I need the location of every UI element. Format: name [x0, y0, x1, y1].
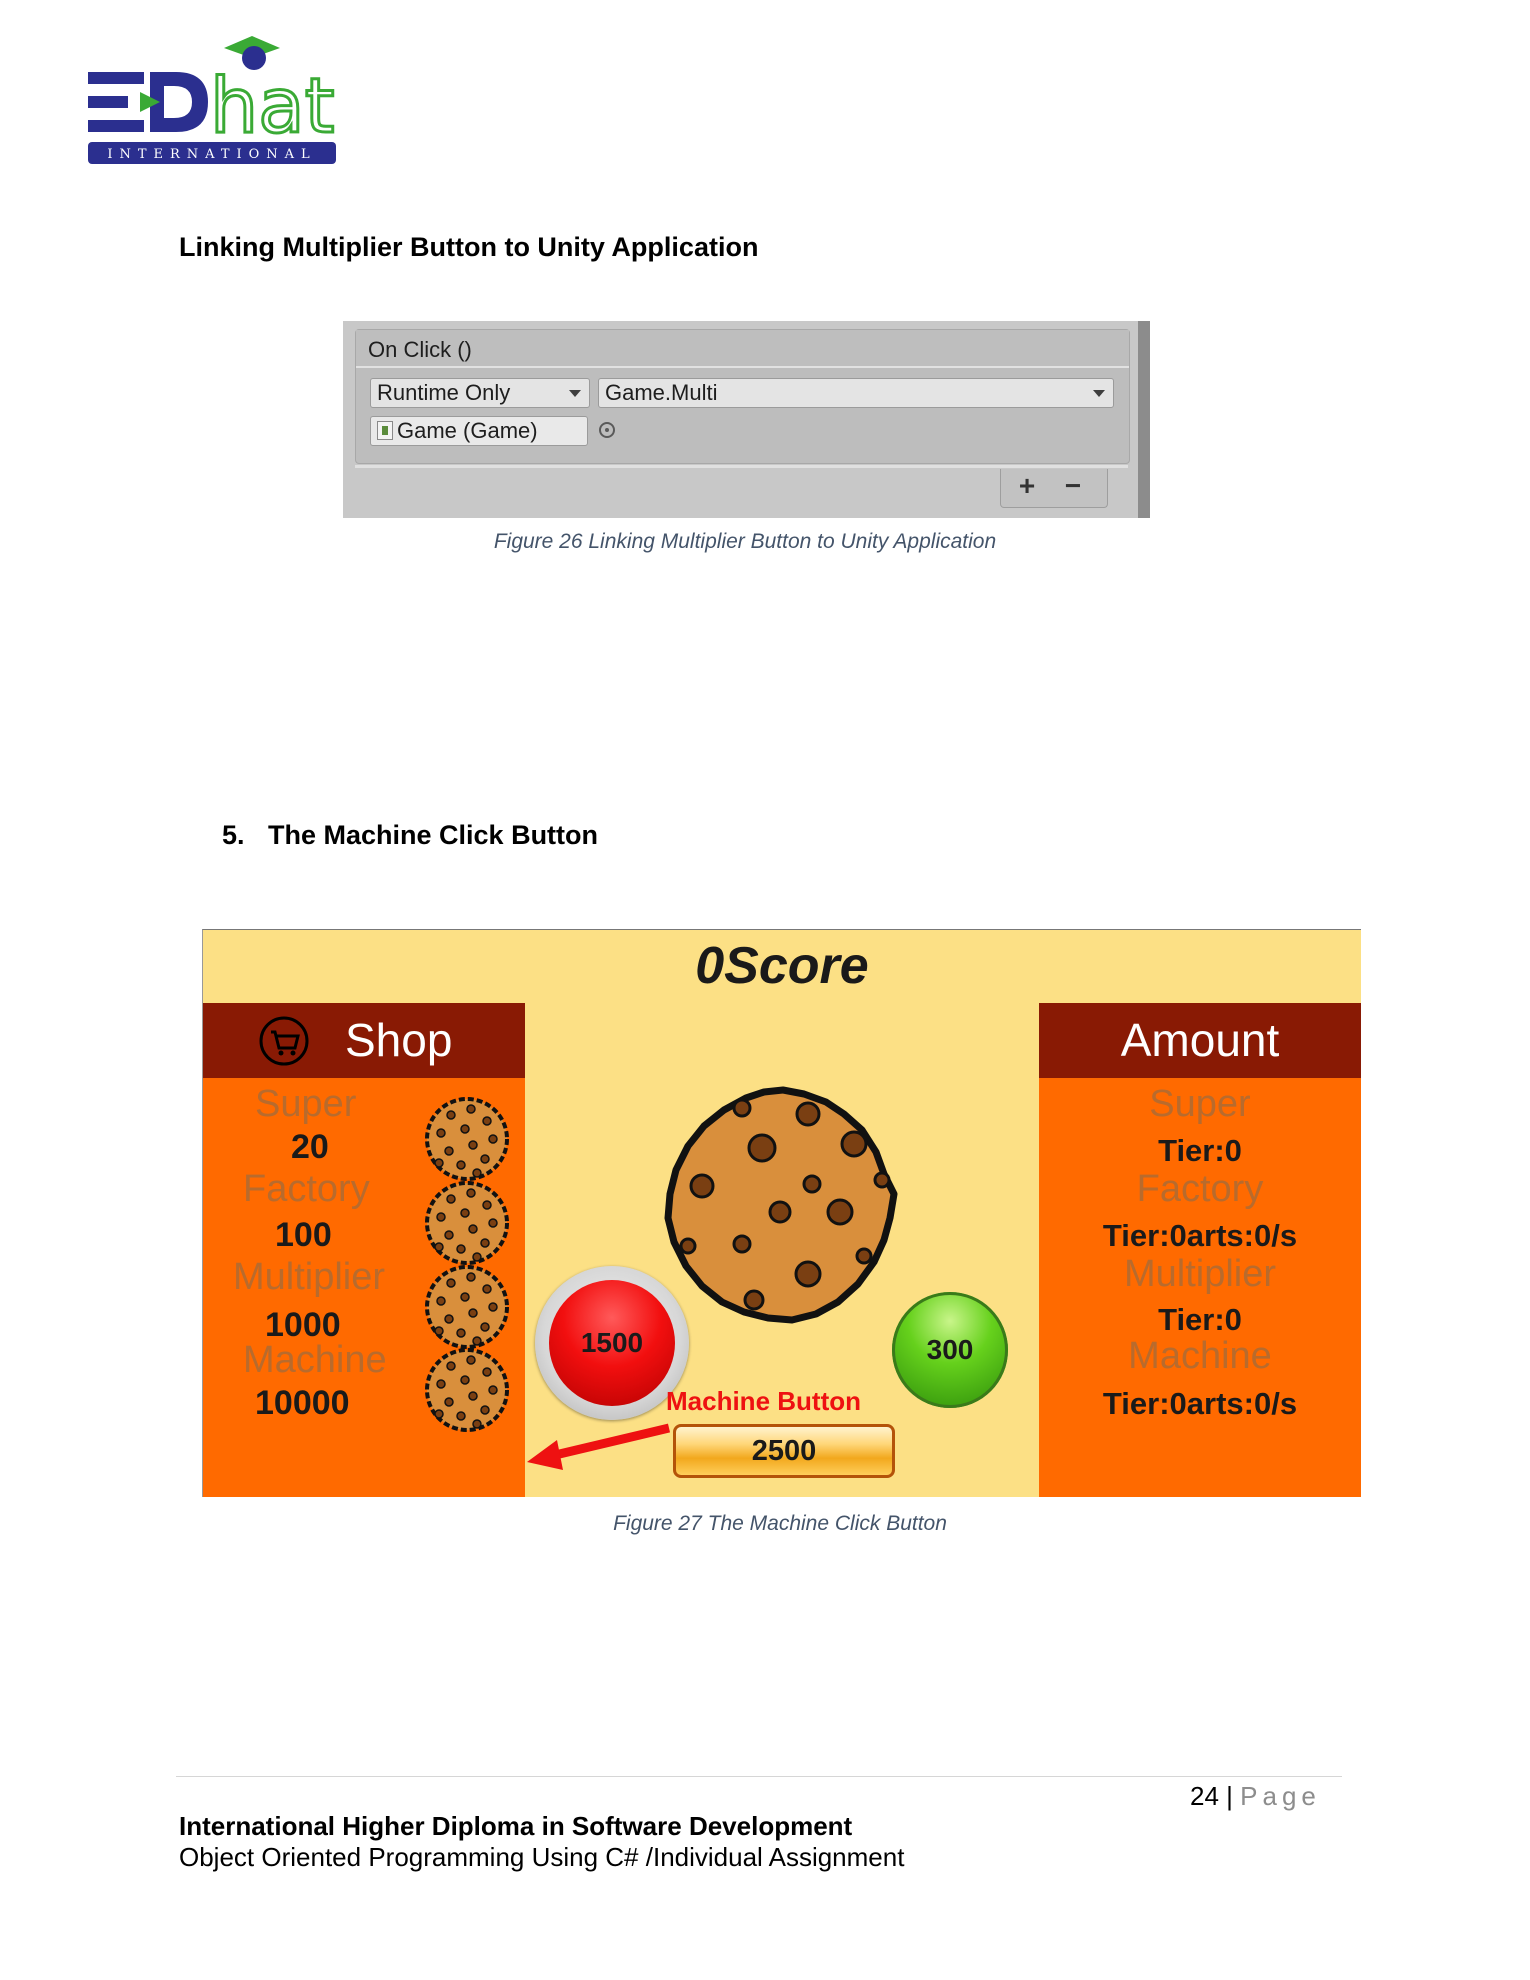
amount-multiplier-name: Multiplier	[1123, 1253, 1277, 1295]
score-label: 0Score	[695, 937, 869, 995]
section-heading: Linking Multiplier Button to Unity Appli…	[179, 232, 759, 262]
chevron-down-icon	[569, 390, 581, 397]
shop-item-machine-price: 10000	[255, 1384, 350, 1422]
add-remove-listener-group: + −	[1000, 469, 1108, 508]
object-field[interactable]: Game (Game)	[370, 416, 615, 446]
page-number: 24 | Page	[1190, 1781, 1321, 1812]
shopping-cart-icon	[259, 1016, 309, 1066]
edhat-logo: hat INTERNATIONAL	[88, 36, 336, 164]
numbered-heading: 5. The Machine Click Button	[222, 820, 598, 851]
machine-button-annotation: Machine Button	[666, 1386, 861, 1416]
shop-item-super-price: 20	[291, 1128, 329, 1166]
event-header: On Click ()	[356, 330, 1129, 368]
method-dropdown-value: Game.Multi	[605, 380, 718, 405]
inspector-scrollbar[interactable]	[1138, 321, 1150, 518]
page-number-separator: |	[1226, 1781, 1233, 1811]
shop-title: Shop	[345, 1014, 453, 1066]
annotation-arrow-icon	[527, 1423, 671, 1470]
super-upgrade-button[interactable]: 300	[892, 1292, 1008, 1408]
amount-super-value: Tier:0	[1158, 1133, 1242, 1168]
figure-26-caption: Figure 26 Linking Multiplier Button to U…	[493, 530, 997, 553]
shop-item-factory-name: Factory	[243, 1168, 370, 1210]
amount-factory-name: Factory	[1136, 1168, 1264, 1210]
object-field-value: Game (Game)	[397, 418, 538, 443]
buy-machine-cookie-button[interactable]	[421, 1344, 513, 1436]
remove-listener-button[interactable]: −	[1053, 471, 1093, 501]
shop-item-machine-name: Machine	[243, 1339, 387, 1381]
amount-factory-value: Tier:0arts:0/s	[1102, 1218, 1298, 1253]
page-number-value: 24	[1190, 1781, 1219, 1811]
gameobject-icon	[377, 421, 393, 440]
runtime-dropdown[interactable]: Runtime Only	[370, 378, 590, 408]
logo-tagline: INTERNATIONAL	[107, 147, 316, 162]
chevron-down-icon	[1093, 390, 1105, 397]
shop-item-multiplier-name: Multiplier	[233, 1256, 386, 1298]
amount-title: Amount	[1120, 1014, 1280, 1066]
add-listener-button[interactable]: +	[1007, 471, 1047, 501]
unity-onclick-inspector: On Click () Runtime Only Game.Multi Game…	[343, 321, 1150, 518]
amount-machine-value: Tier:0arts:0/s	[1102, 1386, 1298, 1421]
page-word: Page	[1240, 1781, 1321, 1811]
runtime-dropdown-value: Runtime Only	[377, 380, 511, 405]
amount-super-name: Super	[1149, 1083, 1251, 1125]
footer-subtitle: Object Oriented Programming Using C# /In…	[179, 1842, 905, 1872]
heading-number: 5.	[222, 820, 245, 850]
amount-header: Amount	[1039, 1003, 1361, 1078]
buy-super-cookie-button[interactable]	[421, 1093, 513, 1185]
event-footer-divider	[355, 465, 1128, 468]
buy-multiplier-cookie-button[interactable]	[421, 1261, 513, 1353]
figure-27-caption: Figure 27 The Machine Click Button	[613, 1512, 947, 1535]
logo-wordmark: hat	[210, 61, 335, 150]
event-title: On Click ()	[368, 337, 472, 362]
green-button-label: 300	[926, 1334, 974, 1365]
amount-panel: Amount Super Tier:0 Factory Tier:0arts:0…	[1039, 1003, 1361, 1497]
object-picker-icon[interactable]	[599, 422, 615, 438]
amount-machine-name: Machine	[1128, 1335, 1272, 1377]
shop-header: Shop	[203, 1003, 525, 1078]
shop-panel: Shop Super 20 Factory 100 Multiplier 100…	[203, 1003, 525, 1497]
shop-item-factory-price: 100	[275, 1216, 332, 1254]
big-cookie-click-button[interactable]	[658, 1082, 908, 1332]
amount-multiplier-value: Tier:0	[1158, 1302, 1242, 1337]
cookie-game-screenshot: 0Score Shop Super 20 Factory 100 Multipl…	[202, 929, 1361, 1497]
shop-item-super-name: Super	[255, 1083, 357, 1125]
buy-factory-cookie-button[interactable]	[421, 1177, 513, 1269]
machine-click-button[interactable]: 2500	[673, 1424, 895, 1478]
heading-text: The Machine Click Button	[268, 820, 599, 850]
onclick-event-box: On Click () Runtime Only Game.Multi Game…	[355, 329, 1130, 464]
method-dropdown[interactable]: Game.Multi	[598, 378, 1114, 408]
footer-divider	[176, 1776, 1342, 1777]
machine-button-label: 2500	[751, 1435, 817, 1467]
footer-title: International Higher Diploma in Software…	[179, 1811, 853, 1841]
